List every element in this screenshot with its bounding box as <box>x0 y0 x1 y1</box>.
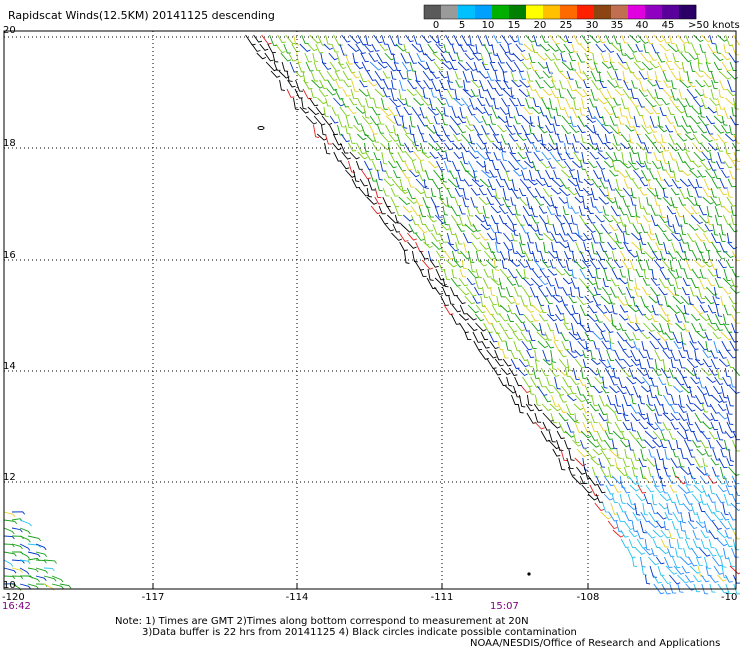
wind-map <box>0 0 740 650</box>
lat-label: 14 <box>3 361 16 372</box>
pass-time: 15:07 <box>490 601 519 612</box>
colorbar-label: 20 <box>533 20 547 31</box>
colorbar-swatch <box>492 5 510 19</box>
colorbar-label: 15 <box>507 20 521 31</box>
lat-label: 10 <box>3 580 16 591</box>
note-line-1: Note: 1) Times are GMT 2)Times along bot… <box>115 616 529 627</box>
colorbar-swatch <box>526 5 544 19</box>
colorbar-label: 0 <box>432 20 440 31</box>
colorbar-swatch <box>458 5 476 19</box>
lat-label: 16 <box>3 250 16 261</box>
note-line-2: 3)Data buffer is 22 hrs from 20141125 4)… <box>142 627 577 638</box>
colorbar-label: 5 <box>458 20 466 31</box>
colorbar-label: 45 <box>661 20 675 31</box>
lon-label: -10 <box>721 592 738 603</box>
lon-label: -111 <box>430 592 454 603</box>
lon-label: -117 <box>141 592 165 603</box>
colorbar-label: 25 <box>559 20 573 31</box>
colorbar-label: 10 <box>481 20 495 31</box>
colorbar-label: 40 <box>635 20 649 31</box>
map-title: Rapidscat Winds(12.5KM) 20141125 descend… <box>8 9 275 22</box>
colorbar <box>423 4 697 20</box>
lat-label: 12 <box>3 472 16 483</box>
credit-line: NOAA/NESDIS/Office of Research and Appli… <box>470 638 721 649</box>
colorbar-swatch <box>560 5 578 19</box>
colorbar-swatch <box>611 5 629 19</box>
colorbar-swatch <box>594 5 612 19</box>
colorbar-swatch <box>475 5 493 19</box>
pass-time: 16:42 <box>2 601 31 612</box>
colorbar-swatch <box>628 5 646 19</box>
colorbar-swatch <box>424 5 442 19</box>
lat-label: 20 <box>3 25 16 36</box>
colorbar-label: 30 <box>585 20 599 31</box>
colorbar-swatch <box>645 5 663 19</box>
lat-label: 18 <box>3 138 16 149</box>
colorbar-swatch <box>679 5 697 19</box>
lon-label: -108 <box>576 592 600 603</box>
colorbar-swatch <box>662 5 680 19</box>
colorbar-label: >50 knots <box>688 20 740 31</box>
lon-label: -114 <box>285 592 309 603</box>
colorbar-swatch <box>509 5 527 19</box>
colorbar-swatch <box>543 5 561 19</box>
colorbar-swatch <box>577 5 595 19</box>
colorbar-label: 35 <box>610 20 624 31</box>
colorbar-swatch <box>441 5 459 19</box>
island <box>527 572 531 576</box>
